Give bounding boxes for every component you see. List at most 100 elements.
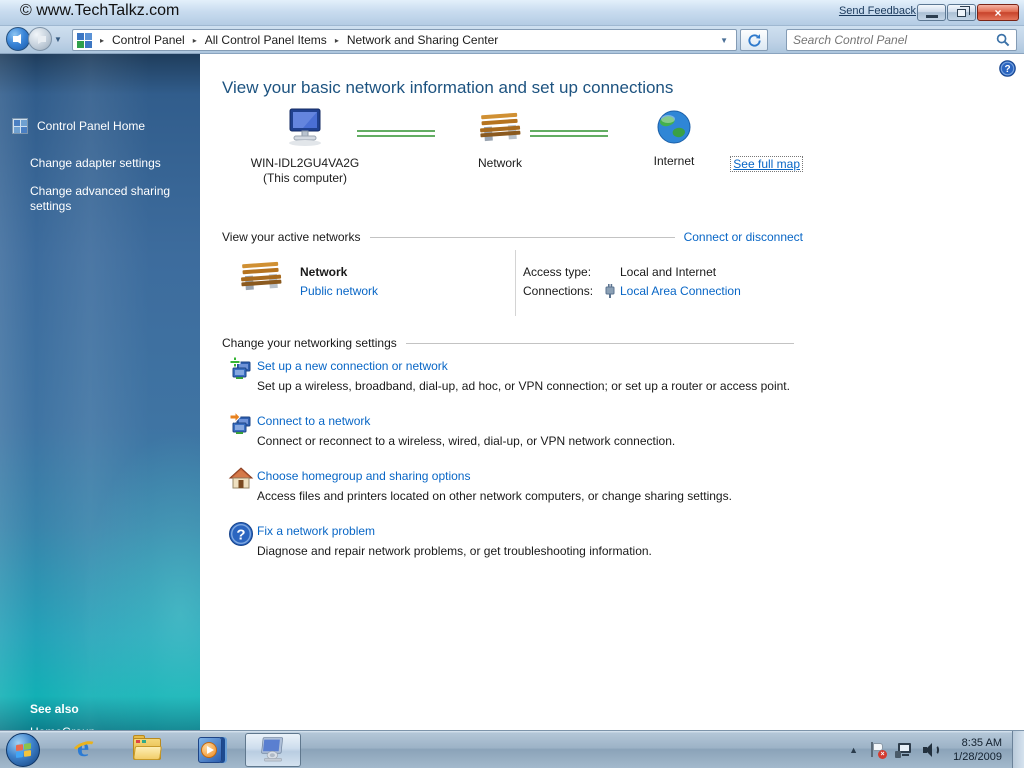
recent-pages-dropdown[interactable]: ▼ (54, 35, 62, 44)
active-networks-title: View your active networks (222, 230, 361, 244)
control-panel-icon (77, 33, 92, 48)
close-icon: × (994, 6, 1001, 20)
forward-icon (38, 34, 46, 44)
restore-icon (957, 9, 966, 17)
control-panel-home-icon (12, 118, 28, 134)
page-title: View your basic network information and … (222, 78, 673, 98)
sidebar-item-change-adapter-settings[interactable]: Change adapter settings (30, 156, 180, 171)
fix-network-problem-link[interactable]: Fix a network problem (257, 524, 375, 538)
map-connector-line (530, 130, 608, 137)
taskbar-active-window-control-panel[interactable] (245, 733, 301, 767)
refresh-button[interactable] (740, 29, 768, 51)
map-node-computer: WIN-IDL2GU4VA2G (This computer) (235, 108, 375, 186)
network-tray-icon[interactable] (895, 743, 913, 758)
troubleshoot-question-icon: ? (228, 521, 254, 550)
connect-or-disconnect-link[interactable]: Connect or disconnect (684, 230, 803, 244)
internet-explorer-icon: e (72, 736, 100, 764)
svg-text:?: ? (1004, 64, 1010, 75)
connect-to-network-link[interactable]: Connect to a network (257, 414, 370, 428)
breadcrumb-control-panel[interactable]: Control Panel (106, 31, 191, 49)
active-networks-header: View your active networks Connect or dis… (222, 230, 803, 244)
minimize-icon (926, 15, 938, 18)
access-type-value: Local and Internet (620, 265, 716, 279)
divider (406, 343, 794, 344)
system-tray: ▲ × 8:35 AM 1/28/2009 (842, 731, 1024, 768)
local-area-connection-link[interactable]: Local Area Connection (620, 284, 741, 298)
refresh-icon (747, 33, 762, 48)
computer-name: WIN-IDL2GU4VA2G (251, 156, 359, 170)
breadcrumb-all-items[interactable]: All Control Panel Items (199, 31, 333, 49)
back-button[interactable] (6, 27, 30, 51)
taskbar: e ▲ × (0, 730, 1024, 768)
breadcrumb-network-sharing[interactable]: Network and Sharing Center (341, 31, 504, 49)
search-box[interactable] (786, 29, 1017, 51)
access-type-label: Access type: (523, 265, 591, 279)
action-center-flag-icon[interactable]: × (870, 742, 885, 758)
network-bench-icon (477, 108, 523, 148)
start-button[interactable] (6, 733, 40, 767)
show-desktop-button[interactable] (1012, 731, 1024, 768)
connect-to-network-desc: Connect or reconnect to a wireless, wire… (257, 434, 675, 448)
forward-button[interactable] (28, 27, 52, 51)
breadcrumb-arrow-icon: ▸ (98, 36, 106, 45)
ethernet-plug-icon (604, 283, 616, 301)
minimize-button[interactable] (917, 4, 946, 21)
main-content: ? View your basic network information an… (200, 54, 1024, 730)
fix-network-problem-desc: Diagnose and repair network problems, or… (257, 544, 652, 558)
restore-button[interactable] (947, 4, 976, 21)
show-hidden-icons-button[interactable]: ▲ (842, 745, 865, 755)
connections-label: Connections: (523, 284, 593, 298)
computer-sub-label: (This computer) (263, 171, 347, 185)
volume-icon[interactable] (923, 743, 940, 757)
window-title: © www.TechTalkz.com (20, 2, 179, 20)
send-feedback-link[interactable]: Send Feedback (839, 5, 916, 17)
breadcrumb-arrow-icon: ▸ (333, 36, 341, 45)
setup-connection-desc: Set up a wireless, broadband, dial-up, a… (257, 379, 790, 393)
homegroup-house-icon (228, 466, 254, 495)
map-node-internet: Internet (614, 108, 734, 169)
see-full-map-link[interactable]: See full map (730, 156, 803, 172)
homegroup-options-link[interactable]: Choose homegroup and sharing options (257, 469, 470, 483)
networking-settings-header: Change your networking settings (222, 336, 803, 350)
active-network-name: Network (300, 265, 347, 279)
map-connector-line (357, 130, 435, 137)
sidebar-home-label: Control Panel Home (37, 119, 145, 133)
control-panel-window-icon (258, 736, 288, 764)
active-network-bench-icon (238, 256, 284, 301)
clock-date: 1/28/2009 (953, 750, 1002, 764)
divider (515, 250, 516, 316)
divider (370, 237, 675, 238)
address-dropdown-icon[interactable]: ▼ (716, 36, 732, 45)
search-icon (996, 33, 1010, 47)
network-map: WIN-IDL2GU4VA2G (This computer) (222, 100, 803, 220)
window-body: Control Panel Home Change adapter settin… (0, 54, 1024, 730)
back-icon (13, 34, 21, 44)
map-network-label: Network (440, 156, 560, 171)
help-icon[interactable]: ? (999, 60, 1016, 80)
sidebar: Control Panel Home Change adapter settin… (0, 54, 200, 730)
map-node-network: Network (440, 108, 560, 171)
new-connection-icon (228, 356, 254, 385)
internet-globe-icon (655, 108, 693, 146)
search-input[interactable] (793, 33, 996, 47)
folder-icon (133, 738, 163, 762)
taskbar-internet-explorer[interactable]: e (66, 734, 106, 766)
sidebar-control-panel-home[interactable]: Control Panel Home (12, 118, 145, 134)
computer-icon (282, 108, 328, 148)
networking-settings-title: Change your networking settings (222, 336, 397, 350)
desktop: © www.TechTalkz.com Send Feedback × ▼ ▸ … (0, 0, 1024, 768)
navigation-toolbar: ▼ ▸ Control Panel ▸ All Control Panel It… (0, 26, 1024, 54)
sidebar-item-change-advanced-sharing[interactable]: Change advanced sharing settings (30, 184, 180, 214)
breadcrumb-arrow-icon: ▸ (191, 36, 199, 45)
address-bar[interactable]: ▸ Control Panel ▸ All Control Panel Item… (72, 29, 737, 51)
see-also-heading: See also (30, 702, 79, 716)
clock-time: 8:35 AM (953, 736, 1002, 750)
connect-network-icon (228, 411, 254, 440)
network-type-link[interactable]: Public network (300, 284, 378, 298)
taskbar-media-player[interactable] (190, 734, 230, 766)
svg-text:?: ? (236, 527, 245, 544)
taskbar-windows-explorer[interactable] (128, 734, 168, 766)
close-button[interactable]: × (977, 4, 1019, 21)
clock[interactable]: 8:35 AM 1/28/2009 (953, 736, 1002, 764)
setup-connection-link[interactable]: Set up a new connection or network (257, 359, 448, 373)
